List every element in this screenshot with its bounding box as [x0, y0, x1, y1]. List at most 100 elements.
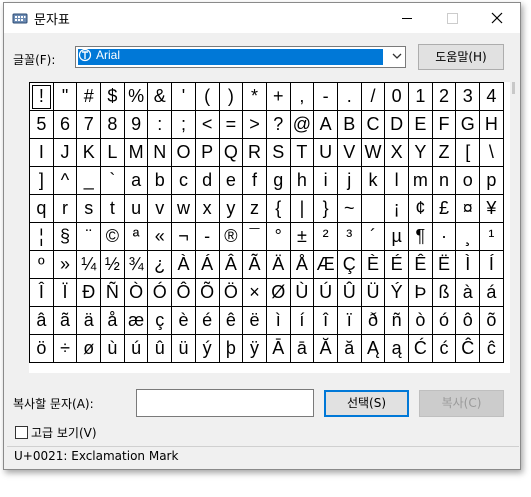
character-cell[interactable]: n: [431, 166, 457, 195]
character-cell[interactable]: ă: [336, 334, 362, 363]
character-cell[interactable]: µ: [384, 222, 409, 251]
character-cell[interactable]: ^: [52, 166, 78, 195]
character-cell[interactable]: -: [313, 82, 338, 111]
character-cell[interactable]: ]: [29, 166, 54, 195]
character-cell[interactable]: 6: [52, 110, 78, 139]
character-cell[interactable]: ð: [360, 306, 386, 335]
character-cell[interactable]: ë: [242, 306, 267, 335]
character-cell[interactable]: ß: [431, 278, 457, 307]
character-cell[interactable]: ): [218, 82, 244, 111]
character-cell[interactable]: >: [242, 110, 267, 139]
character-cell[interactable]: Ø: [265, 278, 291, 307]
character-cell[interactable]: B: [336, 110, 362, 139]
advanced-view-checkbox[interactable]: [15, 426, 28, 439]
character-cell[interactable]: (: [194, 82, 220, 111]
character-cell[interactable]: Ü: [360, 278, 386, 307]
character-cell[interactable]: ¡: [384, 194, 409, 223]
character-cell[interactable]: T: [289, 138, 315, 167]
character-cell[interactable]: ?: [265, 110, 291, 139]
character-cell[interactable]: ê: [218, 306, 244, 335]
character-cell[interactable]: ü: [171, 334, 196, 363]
character-cell[interactable]: Å: [289, 250, 315, 279]
character-cell[interactable]: E: [408, 110, 433, 139]
character-cell[interactable]: G: [455, 110, 481, 139]
character-cell[interactable]: k: [360, 166, 386, 195]
character-cell[interactable]: ø: [76, 334, 102, 363]
character-cell[interactable]: ×: [242, 278, 267, 307]
character-cell[interactable]: m: [408, 166, 433, 195]
character-cell[interactable]: Ā: [265, 334, 291, 363]
character-cell[interactable]: Í: [479, 250, 504, 279]
character-cell[interactable]: ô: [455, 306, 481, 335]
character-cell[interactable]: p: [479, 166, 504, 195]
character-cell[interactable]: £: [431, 194, 457, 223]
character-cell[interactable]: H: [479, 110, 504, 139]
character-cell[interactable]: c: [171, 166, 196, 195]
character-cell[interactable]: Ö: [218, 278, 244, 307]
character-cell[interactable]: È: [360, 250, 386, 279]
character-cell[interactable]: ó: [431, 306, 457, 335]
character-cell[interactable]: $: [100, 82, 125, 111]
character-cell[interactable]: N: [147, 138, 173, 167]
character-cell[interactable]: 0: [384, 82, 409, 111]
character-cell[interactable]: /: [360, 82, 386, 111]
character-cell[interactable]: `: [100, 166, 125, 195]
character-cell[interactable]: y: [218, 194, 244, 223]
character-cell[interactable]: ²: [313, 222, 338, 251]
character-cell[interactable]: »: [52, 250, 78, 279]
character-cell[interactable]: -: [194, 222, 220, 251]
character-cell[interactable]: å: [100, 306, 125, 335]
character-cell[interactable]: Ò: [123, 278, 149, 307]
character-cell[interactable]: #: [76, 82, 102, 111]
character-cell[interactable]: b: [147, 166, 173, 195]
character-cell[interactable]: ò: [408, 306, 433, 335]
character-cell[interactable]: Ë: [431, 250, 457, 279]
character-cell[interactable]: j: [336, 166, 362, 195]
character-cell[interactable]: d: [194, 166, 220, 195]
maximize-button[interactable]: [430, 3, 475, 33]
character-cell[interactable]: z: [242, 194, 267, 223]
character-cell[interactable]: {: [265, 194, 291, 223]
character-cell[interactable]: =: [218, 110, 244, 139]
character-cell[interactable]: Ã: [242, 250, 267, 279]
character-cell[interactable]: s: [76, 194, 102, 223]
font-dropdown[interactable]: Arial: [75, 46, 406, 68]
character-cell[interactable]: &: [147, 82, 173, 111]
character-cell[interactable]: e: [218, 166, 244, 195]
character-cell[interactable]: 1: [408, 82, 433, 111]
character-cell[interactable]: Ç: [336, 250, 362, 279]
character-cell[interactable]: Ê: [408, 250, 433, 279]
character-cell[interactable]: í: [289, 306, 315, 335]
character-cell[interactable]: Æ: [313, 250, 338, 279]
character-cell[interactable]: D: [384, 110, 409, 139]
character-cell[interactable]: A: [313, 110, 338, 139]
character-cell[interactable]: Á: [194, 250, 220, 279]
character-cell[interactable]: ā: [289, 334, 315, 363]
character-cell[interactable]: ³: [336, 222, 362, 251]
character-cell[interactable]: <: [194, 110, 220, 139]
select-button[interactable]: 선택(S): [324, 390, 409, 417]
character-cell[interactable]: Ù: [289, 278, 315, 307]
character-cell[interactable]: O: [171, 138, 196, 167]
character-cell[interactable]: C: [360, 110, 386, 139]
character-cell[interactable]: Û: [336, 278, 362, 307]
character-cell[interactable]: â: [29, 306, 54, 335]
character-cell[interactable]: Ĉ: [455, 334, 481, 363]
character-cell[interactable]: _: [76, 166, 102, 195]
character-cell[interactable]: ñ: [384, 306, 409, 335]
character-cell[interactable]: Q: [218, 138, 244, 167]
copy-characters-input[interactable]: [136, 389, 314, 417]
character-cell[interactable]: Ó: [147, 278, 173, 307]
character-cell[interactable]: .: [336, 82, 362, 111]
character-cell[interactable]: X: [384, 138, 409, 167]
character-cell[interactable]: M: [123, 138, 149, 167]
grid-scrollbar[interactable]: [512, 82, 515, 94]
character-cell[interactable]: °: [265, 222, 291, 251]
character-cell[interactable]: r: [52, 194, 78, 223]
character-cell[interactable]: ¬: [171, 222, 196, 251]
character-cell[interactable]: [360, 194, 386, 223]
character-cell[interactable]: Ć: [408, 334, 433, 363]
character-cell[interactable]: Ú: [313, 278, 338, 307]
character-cell[interactable]: ¦: [29, 222, 54, 251]
character-cell[interactable]: 4: [479, 82, 504, 111]
